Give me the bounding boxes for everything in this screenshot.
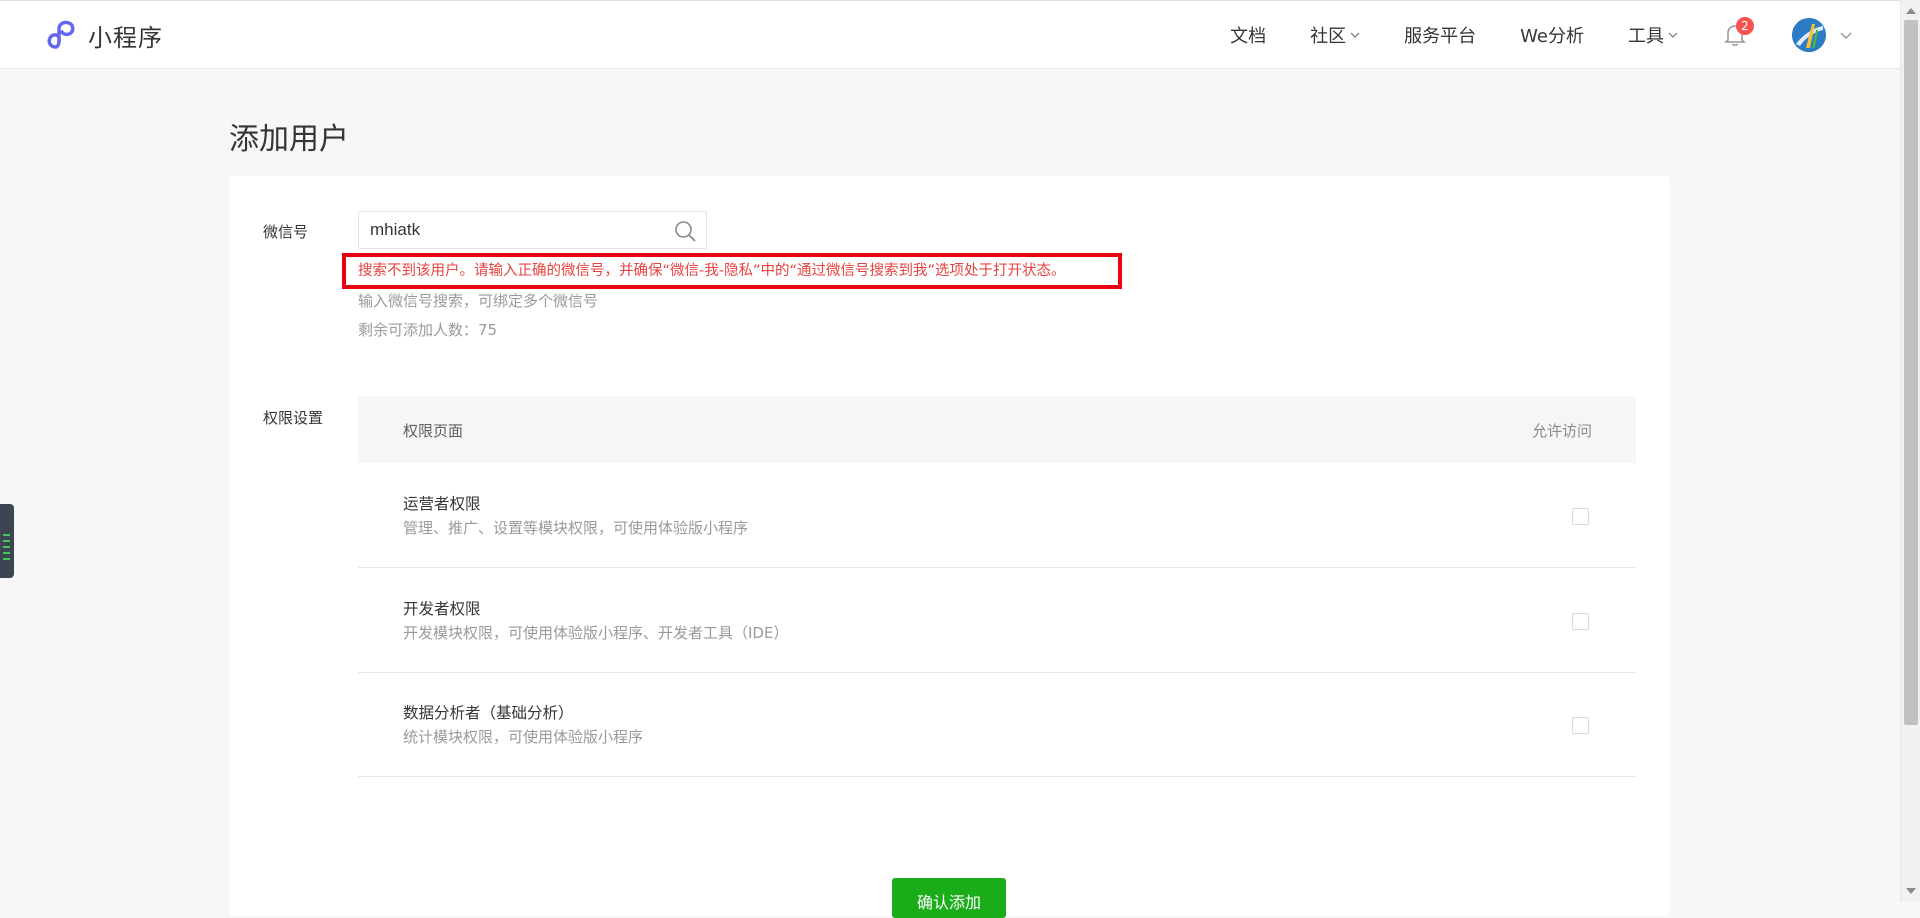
avatar[interactable] [1792,18,1826,52]
nav-service-platform-label: 服务平台 [1404,26,1477,47]
search-hint: 输入微信号搜索，可绑定多个微信号 [358,292,599,310]
table-row: 开发者权限 开发模块权限，可使用体验版小程序、开发者工具（IDE） [358,568,1636,673]
scroll-up-arrow-icon[interactable] [1906,8,1916,14]
nav-service-platform[interactable]: 服务平台 [1404,22,1476,48]
notification-badge: 2 [1736,17,1754,35]
allow-checkbox-operator[interactable] [1572,508,1589,525]
nav-tools[interactable]: 工具 [1628,22,1678,48]
permission-table-header: 权限页面 允许访问 [358,396,1636,463]
chevron-down-icon [1668,32,1678,38]
top-header: 小程序 文档 社区 服务平台 We分析 工具 2 [0,0,1900,69]
confirm-add-button[interactable]: 确认添加 [892,878,1006,918]
side-tool-widget[interactable] [0,504,14,578]
brand-logo[interactable]: 小程序 [44,17,163,53]
top-nav: 文档 社区 服务平台 We分析 工具 2 [1186,1,1852,69]
table-row: 运营者权限 管理、推广、设置等模块权限，可使用体验版小程序 [358,463,1636,568]
permission-title: 开发者权限 [403,600,481,618]
permission-desc: 管理、推广、设置等模块权限，可使用体验版小程序 [403,519,749,537]
allow-checkbox-developer[interactable] [1572,613,1589,630]
remaining-count: 剩余可添加人数：75 [358,321,498,339]
nav-we-analytics-label: We分析 [1520,26,1584,47]
page-title: 添加用户 [229,122,349,157]
nav-tools-label: 工具 [1628,26,1664,47]
search-icon[interactable] [674,220,696,242]
nav-community[interactable]: 社区 [1310,22,1360,48]
avatar-image-icon [1792,18,1826,52]
nav-docs[interactable]: 文档 [1230,22,1266,48]
permission-desc: 统计模块权限，可使用体验版小程序 [403,728,644,746]
chevron-down-icon[interactable] [1840,29,1852,41]
miniprogram-logo-icon [47,20,75,49]
scroll-down-arrow-icon[interactable] [1906,888,1916,894]
brand-name: 小程序 [88,23,163,52]
search-error-message: 搜索不到该用户。请输入正确的微信号，并确保“微信-我-隐私”中的“通过微信号搜索… [358,263,1066,279]
column-header-page: 权限页面 [403,422,464,440]
wechat-search-box [358,211,707,249]
scroll-thumb[interactable] [1904,20,1918,725]
chevron-down-icon [1350,32,1360,38]
permission-title: 数据分析者（基础分析） [403,704,574,722]
table-row: 数据分析者（基础分析） 统计模块权限，可使用体验版小程序 [358,672,1636,777]
nav-community-label: 社区 [1310,26,1347,47]
notification-bell[interactable]: 2 [1724,17,1754,47]
permission-desc: 开发模块权限，可使用体验版小程序、开发者工具（IDE） [403,624,789,642]
nav-we-analytics[interactable]: We分析 [1520,22,1584,48]
page-scrollbar[interactable] [1900,0,1920,902]
wechat-id-label: 微信号 [263,223,309,241]
column-header-allow: 允许访问 [1531,422,1592,440]
permission-settings-label: 权限设置 [263,409,324,427]
wechat-search-input[interactable] [359,213,659,247]
permission-title: 运营者权限 [403,495,481,513]
nav-docs-label: 文档 [1230,26,1267,47]
allow-checkbox-analyst[interactable] [1572,717,1589,734]
